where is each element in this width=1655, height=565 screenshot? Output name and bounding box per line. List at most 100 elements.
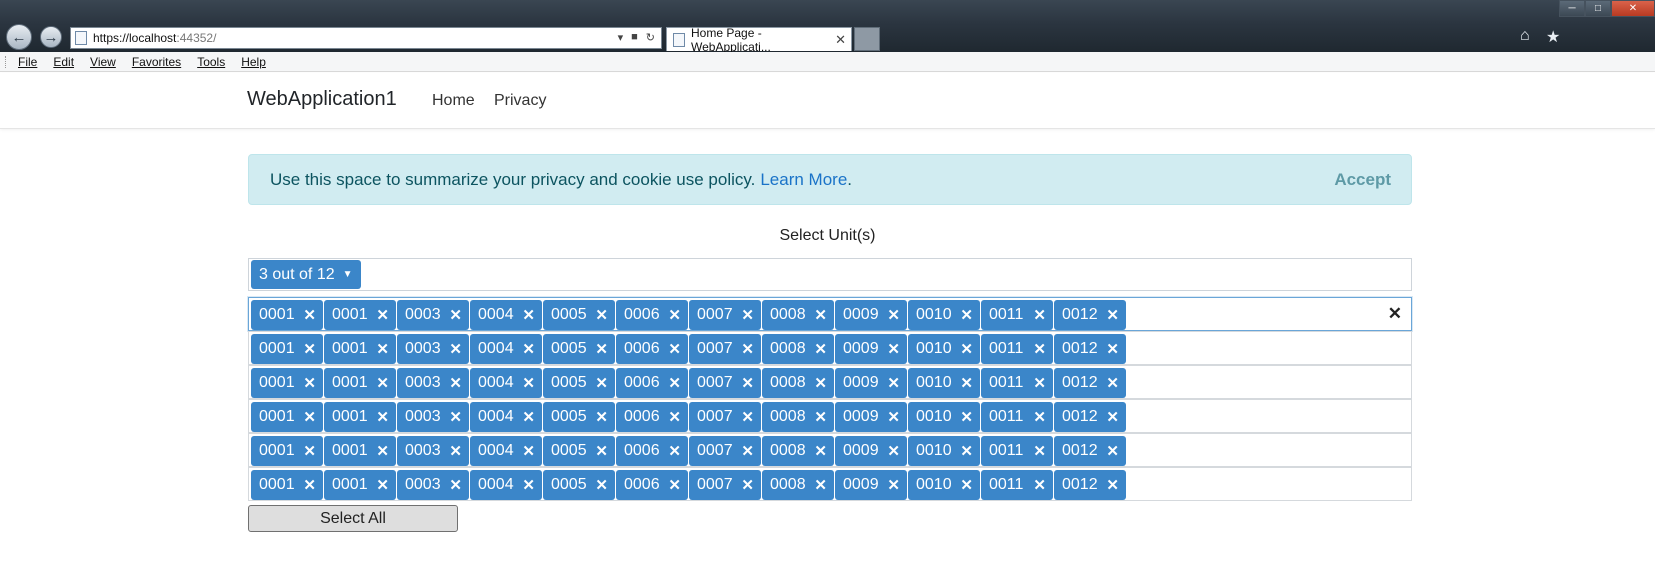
remove-tag-icon[interactable]: ✕ <box>741 442 754 460</box>
remove-tag-icon[interactable]: ✕ <box>1033 442 1046 460</box>
dropdown-icon[interactable]: ▾ <box>618 31 624 44</box>
menu-edit[interactable]: Edit <box>53 55 74 69</box>
remove-tag-icon[interactable]: ✕ <box>887 374 900 392</box>
remove-tag-icon[interactable]: ✕ <box>814 306 827 324</box>
remove-tag-icon[interactable]: ✕ <box>1033 340 1046 358</box>
remove-tag-icon[interactable]: ✕ <box>814 374 827 392</box>
remove-tag-icon[interactable]: ✕ <box>960 408 973 426</box>
remove-tag-icon[interactable]: ✕ <box>960 374 973 392</box>
menu-favorites[interactable]: Favorites <box>132 55 181 69</box>
remove-tag-icon[interactable]: ✕ <box>449 340 462 358</box>
remove-tag-icon[interactable]: ✕ <box>522 476 535 494</box>
remove-tag-icon[interactable]: ✕ <box>887 476 900 494</box>
remove-tag-icon[interactable]: ✕ <box>1033 476 1046 494</box>
remove-tag-icon[interactable]: ✕ <box>668 476 681 494</box>
remove-tag-icon[interactable]: ✕ <box>668 306 681 324</box>
tag-row[interactable]: 0001 ✕ 0001 ✕ 0003 ✕ 0004 ✕ 0005 ✕ 0006 ✕ 0007 ✕ 0008 ✕… <box>248 297 1412 331</box>
remove-tag-icon[interactable]: ✕ <box>1033 374 1046 392</box>
remove-tag-icon[interactable]: ✕ <box>449 374 462 392</box>
remove-tag-icon[interactable]: ✕ <box>449 442 462 460</box>
remove-tag-icon[interactable]: ✕ <box>887 340 900 358</box>
tab-home-page[interactable]: Home Page - WebApplicati... ✕ <box>666 26 852 54</box>
remove-tag-icon[interactable]: ✕ <box>668 442 681 460</box>
favorites-star-icon[interactable]: ★ <box>1546 27 1560 47</box>
remove-tag-icon[interactable]: ✕ <box>595 442 608 460</box>
remove-tag-icon[interactable]: ✕ <box>376 374 389 392</box>
back-button[interactable]: ← <box>6 24 32 50</box>
remove-tag-icon[interactable]: ✕ <box>741 476 754 494</box>
remove-tag-icon[interactable]: ✕ <box>522 374 535 392</box>
refresh-icon[interactable]: ↻ <box>646 31 655 44</box>
remove-tag-icon[interactable]: ✕ <box>1106 442 1119 460</box>
remove-tag-icon[interactable]: ✕ <box>741 374 754 392</box>
remove-tag-icon[interactable]: ✕ <box>960 340 973 358</box>
remove-tag-icon[interactable]: ✕ <box>376 306 389 324</box>
remove-tag-icon[interactable]: ✕ <box>595 340 608 358</box>
brand-link[interactable]: WebApplication1 <box>247 88 397 111</box>
remove-tag-icon[interactable]: ✕ <box>303 476 316 494</box>
remove-tag-icon[interactable]: ✕ <box>1106 306 1119 324</box>
remove-tag-icon[interactable]: ✕ <box>595 374 608 392</box>
remove-tag-icon[interactable]: ✕ <box>595 476 608 494</box>
remove-tag-icon[interactable]: ✕ <box>303 340 316 358</box>
nav-privacy[interactable]: Privacy <box>494 92 546 110</box>
remove-tag-icon[interactable]: ✕ <box>303 408 316 426</box>
select-all-button[interactable]: Select All <box>248 505 458 532</box>
remove-tag-icon[interactable]: ✕ <box>887 442 900 460</box>
tag-row[interactable]: 0001 ✕ 0001 ✕ 0003 ✕ 0004 ✕ 0005 ✕ 0006 ✕ 0007 ✕ 0008 ✕… <box>248 399 1412 433</box>
forward-button[interactable]: → <box>40 26 62 48</box>
selection-count-dropdown[interactable]: 3 out of 12 ▼ <box>251 260 361 289</box>
menu-view[interactable]: View <box>90 55 116 69</box>
remove-tag-icon[interactable]: ✕ <box>960 306 973 324</box>
remove-tag-icon[interactable]: ✕ <box>741 306 754 324</box>
remove-tag-icon[interactable]: ✕ <box>522 306 535 324</box>
remove-tag-icon[interactable]: ✕ <box>376 340 389 358</box>
remove-tag-icon[interactable]: ✕ <box>449 306 462 324</box>
remove-tag-icon[interactable]: ✕ <box>814 442 827 460</box>
remove-tag-icon[interactable]: ✕ <box>814 408 827 426</box>
maximize-button[interactable]: □ <box>1585 0 1611 17</box>
remove-tag-icon[interactable]: ✕ <box>887 408 900 426</box>
remove-tag-icon[interactable]: ✕ <box>960 476 973 494</box>
remove-tag-icon[interactable]: ✕ <box>522 340 535 358</box>
menu-file[interactable]: File <box>18 55 37 69</box>
remove-tag-icon[interactable]: ✕ <box>376 476 389 494</box>
menu-help[interactable]: Help <box>241 55 266 69</box>
remove-tag-icon[interactable]: ✕ <box>1106 408 1119 426</box>
remove-tag-icon[interactable]: ✕ <box>376 442 389 460</box>
remove-tag-icon[interactable]: ✕ <box>741 408 754 426</box>
home-icon[interactable]: ⌂ <box>1520 27 1530 45</box>
remove-tag-icon[interactable]: ✕ <box>303 374 316 392</box>
remove-tag-icon[interactable]: ✕ <box>303 442 316 460</box>
accept-button[interactable]: Accept <box>1334 170 1391 190</box>
remove-tag-icon[interactable]: ✕ <box>1033 408 1046 426</box>
remove-tag-icon[interactable]: ✕ <box>522 408 535 426</box>
menu-tools[interactable]: Tools <box>197 55 225 69</box>
remove-tag-icon[interactable]: ✕ <box>1106 476 1119 494</box>
remove-tag-icon[interactable]: ✕ <box>668 374 681 392</box>
tab-close-icon[interactable]: ✕ <box>835 32 846 48</box>
clear-all-icon[interactable]: ✕ <box>1388 304 1402 324</box>
tag-row[interactable]: 0001 ✕ 0001 ✕ 0003 ✕ 0004 ✕ 0005 ✕ 0006 ✕ 0007 ✕ 0008 ✕… <box>248 365 1412 399</box>
remove-tag-icon[interactable]: ✕ <box>1106 374 1119 392</box>
remove-tag-icon[interactable]: ✕ <box>814 476 827 494</box>
remove-tag-icon[interactable]: ✕ <box>668 408 681 426</box>
remove-tag-icon[interactable]: ✕ <box>449 408 462 426</box>
new-tab-button[interactable] <box>854 27 880 51</box>
address-bar[interactable]: https://localhost :44352/ ▾ ■ ↻ <box>70 27 662 49</box>
remove-tag-icon[interactable]: ✕ <box>522 442 535 460</box>
remove-tag-icon[interactable]: ✕ <box>376 408 389 426</box>
remove-tag-icon[interactable]: ✕ <box>595 408 608 426</box>
remove-tag-icon[interactable]: ✕ <box>303 306 316 324</box>
nav-home[interactable]: Home <box>432 92 475 110</box>
remove-tag-icon[interactable]: ✕ <box>960 442 973 460</box>
remove-tag-icon[interactable]: ✕ <box>1106 340 1119 358</box>
remove-tag-icon[interactable]: ✕ <box>449 476 462 494</box>
remove-tag-icon[interactable]: ✕ <box>1033 306 1046 324</box>
remove-tag-icon[interactable]: ✕ <box>668 340 681 358</box>
remove-tag-icon[interactable]: ✕ <box>814 340 827 358</box>
tag-row[interactable]: 0001 ✕ 0001 ✕ 0003 ✕ 0004 ✕ 0005 ✕ 0006 ✕ 0007 ✕ 0008 ✕… <box>248 433 1412 467</box>
close-window-button[interactable]: ✕ <box>1611 0 1655 17</box>
tag-row[interactable]: 0001 ✕ 0001 ✕ 0003 ✕ 0004 ✕ 0005 ✕ 0006 ✕ 0007 ✕ 0008 ✕… <box>248 331 1412 365</box>
minimize-button[interactable]: ─ <box>1559 0 1585 17</box>
